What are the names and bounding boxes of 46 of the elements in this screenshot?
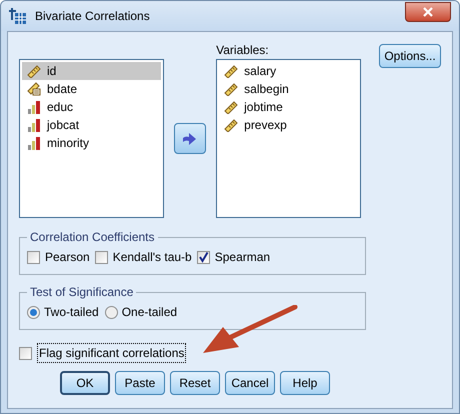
- window-title: Bivariate Correlations: [35, 8, 151, 25]
- bar-chart-icon: [27, 136, 41, 150]
- checkbox[interactable]: [19, 346, 32, 360]
- options-button[interactable]: Options...: [379, 44, 441, 68]
- table-icon: [9, 7, 27, 25]
- dialog-button[interactable]: Cancel: [225, 371, 275, 395]
- dialog-button[interactable]: Help: [280, 371, 330, 395]
- checkbox-label: Spearman: [214, 249, 270, 266]
- ruler-calendar-icon: [27, 82, 41, 96]
- radio-button[interactable]: [104, 306, 118, 318]
- checkbox[interactable]: [196, 250, 210, 264]
- variable-item[interactable]: minority: [22, 134, 162, 152]
- variable-item[interactable]: prevexp: [219, 116, 358, 134]
- checkbox[interactable]: [27, 250, 40, 264]
- radio-button[interactable]: [27, 306, 40, 318]
- group-title: Test of Significance: [29, 284, 134, 301]
- ruler-icon: [224, 100, 238, 114]
- close-icon: [423, 7, 433, 17]
- check-icon: [198, 252, 209, 262]
- bar-chart-icon: [27, 100, 41, 114]
- bar-chart-icon: [27, 118, 41, 132]
- variable-item[interactable]: bdate: [22, 80, 162, 98]
- checkbox-label: Pearson: [45, 249, 90, 266]
- radio-label: Two-tailed: [44, 304, 99, 321]
- checkbox[interactable]: [94, 250, 108, 264]
- ruler-icon: [224, 64, 238, 78]
- dialog-button[interactable]: Reset: [170, 371, 220, 395]
- checkbox-label: Kendall's tau-b: [112, 249, 192, 266]
- close-button[interactable]: [405, 2, 451, 22]
- variable-item[interactable]: salary: [219, 62, 358, 80]
- dialog-button[interactable]: Paste: [115, 371, 165, 395]
- variable-item[interactable]: educ: [22, 98, 162, 116]
- ruler-icon: [27, 64, 41, 78]
- group-title: Correlation Coefficients: [29, 229, 156, 246]
- checkbox-label: Flag significant correlations: [37, 343, 186, 363]
- variable-item[interactable]: salbegin: [219, 80, 358, 98]
- ruler-icon: [224, 82, 238, 96]
- variable-item[interactable]: jobcat: [22, 116, 162, 134]
- radio-label: One-tailed: [122, 304, 178, 321]
- variable-item[interactable]: jobtime: [219, 98, 358, 116]
- ruler-icon: [224, 118, 238, 132]
- dialog-button[interactable]: OK: [60, 371, 110, 395]
- arrow-right-icon: [183, 132, 198, 144]
- variable-item[interactable]: id: [22, 62, 162, 80]
- move-button[interactable]: [174, 123, 206, 154]
- variables-label: Variables:: [216, 44, 270, 59]
